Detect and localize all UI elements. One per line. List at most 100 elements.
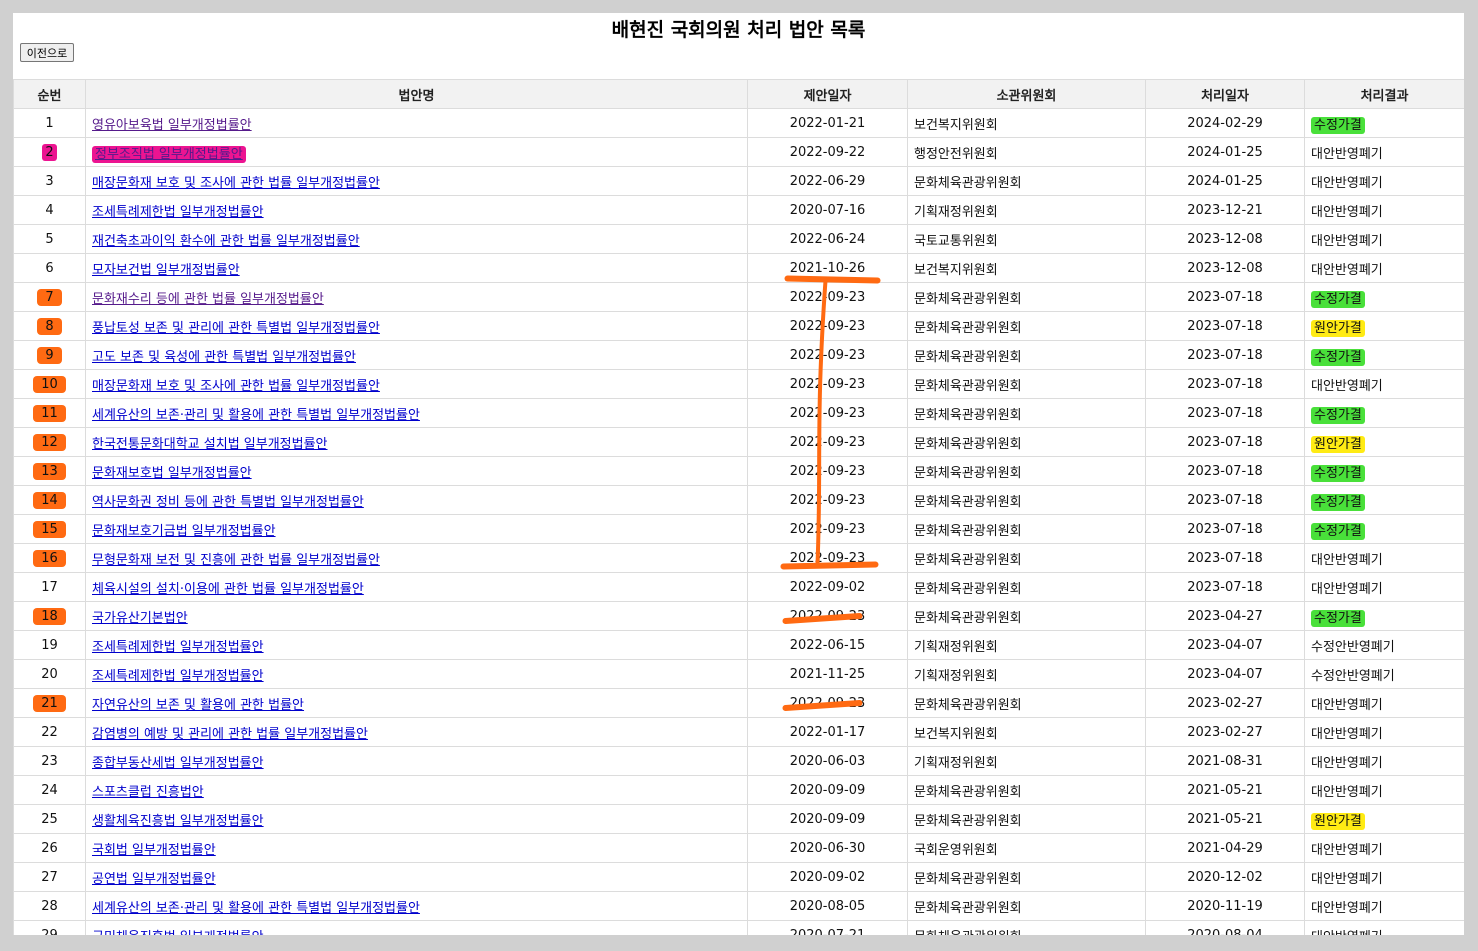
committee: 문화체육관광위원회 bbox=[907, 601, 1146, 631]
proposed-date-text: 2020-06-30 bbox=[789, 840, 866, 856]
committee: 문화체육관광위원회 bbox=[907, 166, 1146, 196]
proposed-date-text: 2022-09-23 bbox=[789, 463, 866, 479]
committee: 문화체육관광위원회 bbox=[907, 804, 1146, 834]
committee-text: 문화체육관광위원회 bbox=[914, 697, 1022, 713]
committee: 국회운영위원회 bbox=[907, 833, 1146, 863]
bill-link[interactable]: 세계유산의 보존·관리 및 활용에 관한 특별법 일부개정법률안 bbox=[92, 901, 420, 916]
committee: 문화체육관광위원회 bbox=[907, 282, 1146, 312]
processed-date: 2023-12-21 bbox=[1145, 195, 1305, 225]
bill-name-cell: 조세특례제한법 일부개정법률안 bbox=[85, 630, 748, 660]
bill-link[interactable]: 모자보건법 일부개정법률안 bbox=[92, 263, 240, 278]
bill-link[interactable]: 종합부동산세법 일부개정법률안 bbox=[92, 756, 264, 771]
row-number: 16 bbox=[33, 549, 66, 567]
bill-link[interactable]: 문화재수리 등에 관한 법률 일부개정법률안 bbox=[92, 292, 324, 307]
bill-link[interactable]: 공연법 일부개정법률안 bbox=[92, 872, 216, 887]
table-row: 27 공연법 일부개정법률안 2020-09-02 문화체육관광위원회 2020-12-… bbox=[13, 862, 1464, 892]
bill-link[interactable]: 조세특례제한법 일부개정법률안 bbox=[92, 669, 264, 684]
processed-date-text: 2024-01-25 bbox=[1187, 144, 1263, 160]
processed-date: 2021-08-31 bbox=[1145, 746, 1305, 776]
bill-link[interactable]: 조세특례제한법 일부개정법률안 bbox=[92, 640, 264, 655]
header-proposed-date[interactable]: 제안일자 bbox=[747, 79, 908, 109]
proposed-date-text: 2022-09-23 bbox=[789, 521, 866, 537]
bill-link[interactable]: 국가유산기본법안 bbox=[92, 611, 188, 626]
processed-date: 2023-07-18 bbox=[1145, 572, 1305, 602]
header-bill-name[interactable]: 법안명 bbox=[85, 79, 748, 109]
result: 대안반영폐기 bbox=[1304, 195, 1464, 225]
header-result[interactable]: 처리결과 bbox=[1304, 79, 1464, 109]
bill-link[interactable]: 재건축초과이익 환수에 관한 법률 일부개정법률안 bbox=[92, 234, 360, 249]
committee-text: 문화체육관광위원회 bbox=[914, 320, 1022, 336]
committee-text: 문화체육관광위원회 bbox=[914, 175, 1022, 191]
proposed-date: 2022-09-23 bbox=[747, 601, 908, 631]
result-text: 대안반영폐기 bbox=[1311, 581, 1383, 597]
proposed-date-text: 2022-01-17 bbox=[789, 724, 866, 740]
result-text: 수정가결 bbox=[1311, 609, 1365, 627]
row-number-cell: 28 bbox=[13, 891, 86, 921]
committee: 문화체육관광위원회 bbox=[907, 485, 1146, 515]
row-number: 3 bbox=[45, 173, 54, 189]
bill-link[interactable]: 영유아보육법 일부개정법률안 bbox=[92, 118, 252, 133]
result-text: 대안반영폐기 bbox=[1311, 930, 1383, 936]
row-number: 18 bbox=[33, 607, 66, 625]
result-text: 대안반영폐기 bbox=[1311, 552, 1383, 568]
processed-date: 2023-07-18 bbox=[1145, 282, 1305, 312]
bill-link[interactable]: 매장문화재 보호 및 조사에 관한 법률 일부개정법률안 bbox=[92, 176, 380, 191]
result: 대안반영폐기 bbox=[1304, 775, 1464, 805]
result-text: 대안반영폐기 bbox=[1311, 262, 1383, 278]
bill-name-cell: 스포츠클럽 진흥법안 bbox=[85, 775, 748, 805]
processed-date-text: 2024-02-29 bbox=[1187, 115, 1263, 131]
header-processed-date[interactable]: 처리일자 bbox=[1145, 79, 1305, 109]
bill-link[interactable]: 한국전통문화대학교 설치법 일부개정법률안 bbox=[92, 437, 328, 452]
result-text: 대안반영폐기 bbox=[1311, 726, 1383, 742]
bill-link[interactable]: 국민체육진흥법 일부개정법률안 bbox=[92, 930, 264, 936]
result-text: 원안가결 bbox=[1311, 435, 1365, 453]
bill-link[interactable]: 정부조직법 일부개정법률안 bbox=[92, 145, 246, 163]
bill-link[interactable]: 감염병의 예방 및 관리에 관한 법률 일부개정법률안 bbox=[92, 727, 368, 742]
result: 대안반영폐기 bbox=[1304, 166, 1464, 196]
bill-link[interactable]: 세계유산의 보존·관리 및 활용에 관한 특별법 일부개정법률안 bbox=[92, 408, 420, 423]
row-number-cell: 15 bbox=[13, 514, 86, 544]
bill-link[interactable]: 스포츠클럽 진흥법안 bbox=[92, 785, 204, 800]
committee-text: 문화체육관광위원회 bbox=[914, 523, 1022, 539]
result: 수정안반영폐기 bbox=[1304, 630, 1464, 660]
committee-text: 문화체육관광위원회 bbox=[914, 349, 1022, 365]
bill-name-cell: 역사문화권 정비 등에 관한 특별법 일부개정법률안 bbox=[85, 485, 748, 515]
processed-date-text: 2023-04-07 bbox=[1187, 637, 1263, 653]
result-text: 대안반영폐기 bbox=[1311, 233, 1383, 249]
bill-link[interactable]: 조세특례제한법 일부개정법률안 bbox=[92, 205, 264, 220]
committee: 문화체육관광위원회 bbox=[907, 688, 1146, 718]
bill-link[interactable]: 문화재보호법 일부개정법률안 bbox=[92, 466, 252, 481]
processed-date: 2023-07-18 bbox=[1145, 427, 1305, 457]
row-number-cell: 21 bbox=[13, 688, 86, 718]
bill-link[interactable]: 자연유산의 보존 및 활용에 관한 법률안 bbox=[92, 698, 304, 713]
bill-link[interactable]: 풍납토성 보존 및 관리에 관한 특별법 일부개정법률안 bbox=[92, 321, 380, 336]
bill-link[interactable]: 매장문화재 보호 및 조사에 관한 법률 일부개정법률안 bbox=[92, 379, 380, 394]
row-number: 6 bbox=[45, 260, 54, 276]
proposed-date: 2022-09-23 bbox=[747, 514, 908, 544]
proposed-date-text: 2022-09-23 bbox=[789, 318, 866, 334]
row-number-cell: 12 bbox=[13, 427, 86, 457]
bill-link[interactable]: 무형문화재 보전 및 진흥에 관한 법률 일부개정법률안 bbox=[92, 553, 380, 568]
processed-date: 2023-07-18 bbox=[1145, 311, 1305, 341]
table-row: 26 국회법 일부개정법률안 2020-06-30 국회운영위원회 2021-04-29… bbox=[13, 833, 1464, 863]
back-button[interactable]: 이전으로 bbox=[20, 43, 74, 62]
row-number: 21 bbox=[33, 694, 66, 712]
processed-date-text: 2023-12-08 bbox=[1187, 260, 1263, 276]
processed-date-text: 2023-12-21 bbox=[1187, 202, 1263, 218]
header-number[interactable]: 순번 bbox=[13, 79, 86, 109]
result-text: 수정가결 bbox=[1311, 493, 1365, 511]
committee: 보건복지위원회 bbox=[907, 717, 1146, 747]
processed-date: 2023-07-18 bbox=[1145, 398, 1305, 428]
processed-date-text: 2023-07-18 bbox=[1187, 318, 1263, 334]
bill-link[interactable]: 생활체육진흥법 일부개정법률안 bbox=[92, 814, 264, 829]
processed-date-text: 2021-05-21 bbox=[1187, 811, 1263, 827]
proposed-date-text: 2022-01-21 bbox=[789, 115, 866, 131]
bill-link[interactable]: 문화재보호기금법 일부개정법률안 bbox=[92, 524, 276, 539]
table-row: 25 생활체육진흥법 일부개정법률안 2020-09-09 문화체육관광위원회 2021… bbox=[13, 804, 1464, 834]
bill-link[interactable]: 체육시설의 설치·이용에 관한 법률 일부개정법률안 bbox=[92, 582, 364, 597]
bill-link[interactable]: 국회법 일부개정법률안 bbox=[92, 843, 216, 858]
bill-link[interactable]: 역사문화권 정비 등에 관한 특별법 일부개정법률안 bbox=[92, 495, 364, 510]
header-committee[interactable]: 소관위원회 bbox=[907, 79, 1146, 109]
bill-link[interactable]: 고도 보존 및 육성에 관한 특별법 일부개정법률안 bbox=[92, 350, 356, 365]
proposed-date: 2020-07-16 bbox=[747, 195, 908, 225]
